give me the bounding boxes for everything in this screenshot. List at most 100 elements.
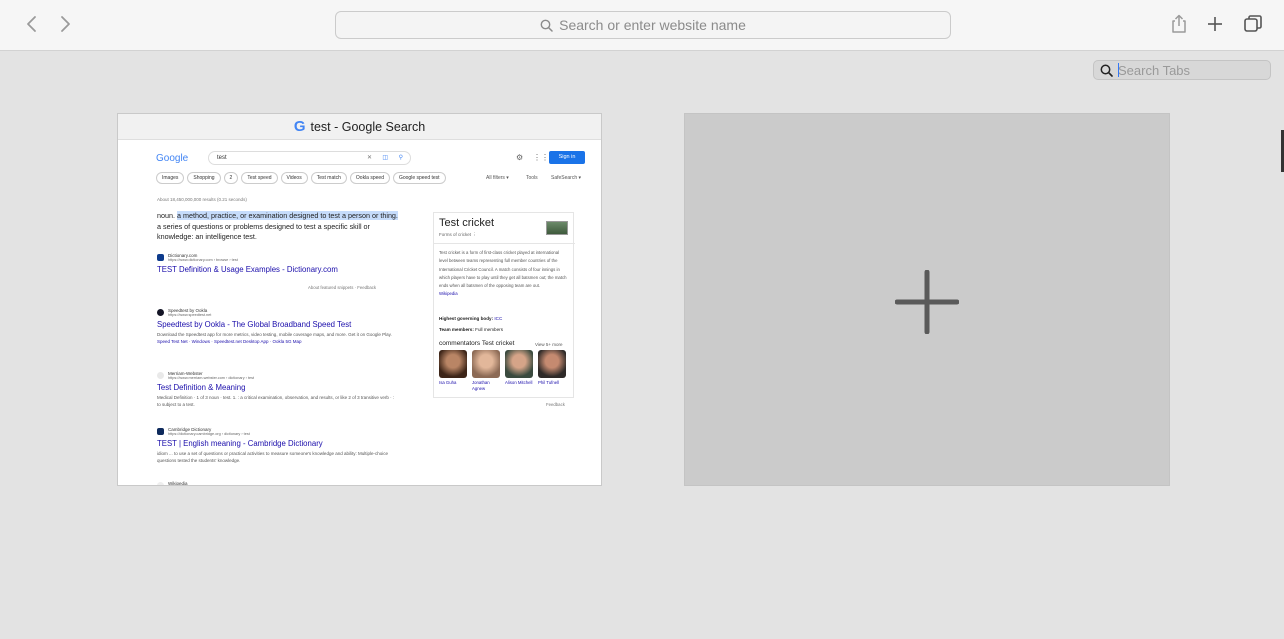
lens-icon: ◫ bbox=[382, 155, 388, 161]
definition-pre: noun. bbox=[157, 211, 177, 220]
search-result: Dictionary.com https://www.dictionary.com… bbox=[157, 253, 397, 274]
result-url: https://dictionary.cambridge.org › dicti… bbox=[168, 432, 250, 436]
chevron-left-icon bbox=[27, 16, 36, 32]
kp-people: Isa Guha Jonathan Agnew Alison Mitchell … bbox=[439, 350, 566, 392]
result-title: Test Definition & Meaning bbox=[157, 383, 246, 392]
result-url: https://www.dictionary.com › browse › te… bbox=[168, 258, 238, 262]
site-favicon-icon bbox=[157, 482, 164, 485]
person: Alison Mitchell bbox=[505, 350, 533, 392]
text-caret bbox=[1118, 63, 1119, 77]
result-title: Speedtest by Ookla - The Global Broadban… bbox=[157, 320, 352, 329]
share-button[interactable] bbox=[1168, 13, 1190, 35]
chip: 2 bbox=[223, 172, 239, 184]
person: Jonathan Agnew bbox=[472, 350, 500, 392]
search-tabs-field[interactable] bbox=[1093, 60, 1271, 80]
apps-icon: ⋮⋮ bbox=[533, 153, 549, 162]
result-url: https://www.speedtest.net bbox=[168, 313, 212, 317]
browser-toolbar: Search or enter website name bbox=[0, 0, 1284, 51]
snippet-feedback: About featured snippets · Feedback bbox=[308, 285, 377, 290]
avatar bbox=[472, 350, 500, 378]
tab-overview-button[interactable] bbox=[1242, 13, 1264, 35]
search-icon bbox=[1094, 61, 1118, 79]
kp-fact: Team members: Full members bbox=[439, 327, 503, 332]
share-icon bbox=[1172, 14, 1186, 33]
chip: Test speed bbox=[241, 172, 278, 184]
person-name: Jonathan Agnew bbox=[472, 380, 490, 391]
new-tab-button[interactable] bbox=[1204, 13, 1226, 35]
clear-icon: ✕ bbox=[366, 155, 372, 161]
definition-post: a series of questions or problems design… bbox=[157, 221, 370, 242]
kp-view-more: View 5+ more bbox=[535, 342, 563, 347]
person-name: Isa Guha bbox=[439, 380, 457, 385]
result-site: Wikipedia bbox=[168, 481, 188, 486]
site-favicon-icon bbox=[157, 254, 164, 261]
person-name: Phil Tufnell bbox=[538, 380, 560, 385]
back-button[interactable] bbox=[21, 14, 41, 34]
definition-highlight: a method, practice, or examination desig… bbox=[176, 211, 398, 220]
search-result: Wikipedia bbox=[157, 481, 397, 486]
result-title: TEST | English meaning - Cambridge Dicti… bbox=[157, 439, 323, 448]
person: Phil Tufnell bbox=[538, 350, 566, 392]
site-favicon-icon bbox=[157, 309, 164, 316]
plus-icon bbox=[895, 270, 959, 334]
fact-label: Highest governing body: bbox=[439, 316, 495, 321]
kp-description-text: Test cricket is a form of first-class cr… bbox=[439, 250, 567, 289]
address-bar[interactable]: Search or enter website name bbox=[335, 11, 951, 39]
kp-feedback: Feedback bbox=[546, 402, 565, 407]
fact-value: ICC bbox=[494, 316, 503, 321]
chip: Videos bbox=[280, 172, 308, 184]
tab-thumbnail-google-search[interactable]: G test - Google Search Google test ✕ ◫ ⚲… bbox=[117, 113, 602, 486]
chip: Ookla speed bbox=[349, 172, 390, 184]
result-snippet: Download the Speedtest app for more metr… bbox=[157, 332, 392, 337]
kp-commentators-title: commentators Test cricket bbox=[439, 340, 515, 347]
google-search-box: test ✕ ◫ ⚲ bbox=[208, 151, 411, 165]
filter-chips: Images Shopping 2 Test speed Videos Test… bbox=[156, 172, 446, 184]
kp-subtitle: Forms of cricket ⋮ bbox=[439, 232, 477, 237]
new-tab-card[interactable] bbox=[684, 113, 1170, 486]
chip: Test match bbox=[310, 172, 347, 184]
featured-definition: noun. a method, practice, or examination… bbox=[157, 211, 402, 243]
google-favicon-icon: G bbox=[293, 118, 306, 135]
google-logo: Google bbox=[156, 153, 189, 164]
gear-icon: ⚙ bbox=[516, 153, 524, 162]
fact-label: Team members: bbox=[439, 327, 476, 332]
chip: Shopping bbox=[187, 172, 221, 184]
chip: Google speed test bbox=[392, 172, 446, 184]
google-results-preview: Google test ✕ ◫ ⚲ ⚙ ⋮⋮ Sign in Images Sh… bbox=[118, 140, 601, 486]
person-name: Alison Mitchell bbox=[505, 380, 533, 385]
kp-image bbox=[546, 221, 568, 235]
tab-title-bar: G test - Google Search bbox=[118, 114, 601, 140]
kp-description: Test cricket is a form of first-class cr… bbox=[439, 249, 569, 299]
avatar bbox=[538, 350, 566, 378]
site-favicon-icon bbox=[157, 372, 164, 379]
fact-value: Full members bbox=[475, 327, 503, 332]
knowledge-panel: Test cricket Forms of cricket ⋮ Test cri… bbox=[433, 212, 575, 398]
result-title: TEST Definition & Usage Examples - Dicti… bbox=[157, 265, 338, 274]
forward-button[interactable] bbox=[56, 14, 76, 34]
address-placeholder: Search or enter website name bbox=[559, 17, 746, 33]
result-url: https://www.merriam-webster.com › dictio… bbox=[168, 376, 255, 380]
avatar bbox=[505, 350, 533, 378]
search-result: Merriam-Webster https://www.merriam-webst… bbox=[157, 371, 397, 408]
chevron-right-icon bbox=[61, 16, 70, 32]
sign-in-button: Sign in bbox=[549, 151, 585, 164]
search-tabs-input[interactable] bbox=[1118, 62, 1266, 78]
divider bbox=[434, 243, 575, 244]
tabs-icon bbox=[1244, 15, 1262, 32]
search-result: Cambridge Dictionary https://dictionary.c… bbox=[157, 427, 397, 464]
tools: Tools bbox=[526, 175, 538, 181]
safesearch: SafeSearch ▾ bbox=[551, 175, 582, 181]
search-icon: ⚲ bbox=[398, 155, 403, 161]
search-result: Speedtest by Ookla https://www.speedtest.… bbox=[157, 308, 397, 344]
avatar bbox=[439, 350, 467, 378]
result-snippet: idiom ... to use a set of questions or p… bbox=[157, 451, 388, 463]
chip: Images bbox=[156, 172, 185, 184]
search-icon bbox=[540, 19, 553, 32]
tab-title: test - Google Search bbox=[310, 119, 426, 134]
kp-wiki-link: Wikipedia bbox=[439, 291, 458, 297]
kp-title: Test cricket bbox=[439, 217, 495, 229]
person: Isa Guha bbox=[439, 350, 467, 392]
result-sitelinks: Speed Test Net · Windows · Speedtest.net… bbox=[157, 339, 302, 344]
result-snippet: Medical Definition · 1 of 3 noun · test.… bbox=[157, 395, 395, 407]
query-text: test bbox=[217, 155, 227, 161]
